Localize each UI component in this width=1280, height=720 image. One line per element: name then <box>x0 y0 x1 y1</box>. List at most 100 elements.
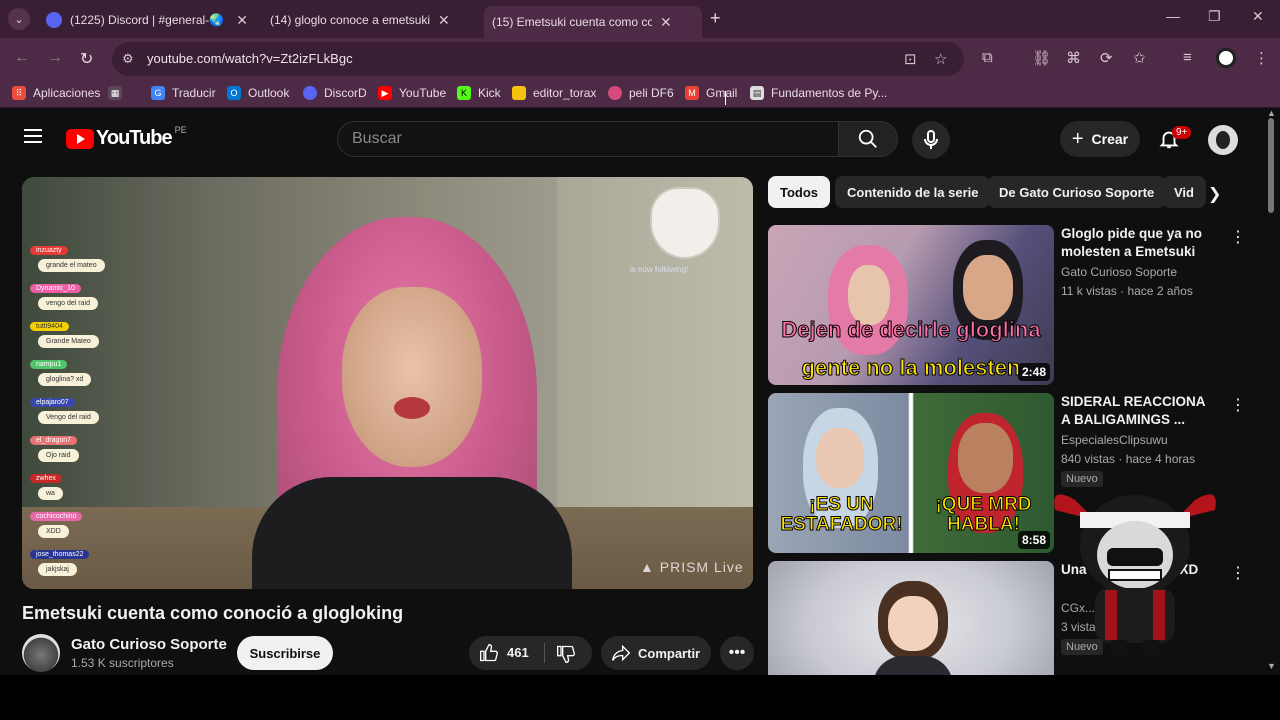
video-thumbnail[interactable] <box>768 561 1054 675</box>
chip-de-gato-curioso[interactable]: De Gato Curioso Soporte <box>987 176 1167 208</box>
reload-icon[interactable]: ↻ <box>80 49 93 69</box>
video-thumbnail[interactable]: Dejen de decirle gloglina gente no la mo… <box>768 225 1054 385</box>
chat-user: Dynamic_10 <box>30 284 81 293</box>
chat-user: zwhex <box>30 474 62 483</box>
recommendation-item[interactable]: Dejen de decirle gloglina gente no la mo… <box>768 225 1246 385</box>
forward-icon[interactable]: → <box>47 49 63 67</box>
tab-search-icon[interactable]: ⌄ <box>8 8 30 30</box>
share-icon <box>612 644 631 662</box>
install-icon[interactable]: ⊡ <box>904 50 917 68</box>
video-player[interactable]: is now following! ▲ PRISM Live inzuazty … <box>22 177 753 589</box>
close-icon[interactable]: ✕ <box>660 14 672 31</box>
chip-todos[interactable]: Todos <box>768 176 831 208</box>
youtube-logo[interactable]: YouTube PE <box>66 124 187 150</box>
video-duration: 2:48 <box>1017 363 1050 381</box>
share-button[interactable]: Compartir <box>601 636 711 670</box>
close-icon[interactable]: ✕ <box>236 12 248 29</box>
thumbnail-caption-top: Dejen de decirle gloglina <box>781 317 1041 343</box>
kick-icon: K <box>457 86 471 100</box>
bookmark-peli[interactable]: peli DF6 <box>608 86 674 100</box>
more-options-icon[interactable]: ⋮ <box>1230 563 1246 583</box>
bookmark-youtube[interactable]: ▶ YouTube <box>378 86 446 100</box>
favorites-icon[interactable]: ✩ <box>1133 49 1146 67</box>
apps-icon: ⠿ <box>12 86 26 100</box>
fox-mask-logo <box>650 187 720 259</box>
streamer-face <box>342 287 482 467</box>
recommendation-channel[interactable]: Gato Curioso Soporte <box>1061 265 1177 279</box>
sync-icon[interactable]: ⟳ <box>1100 49 1113 67</box>
new-tab-icon[interactable]: + <box>710 8 721 29</box>
scroll-down-icon[interactable]: ▼ <box>1267 661 1276 671</box>
maximize-icon[interactable]: ❐ <box>1208 8 1221 25</box>
youtube-play-icon <box>66 128 94 149</box>
chevron-right-icon[interactable]: ❯ <box>1208 184 1221 204</box>
translate-icon[interactable]: ⌘ <box>1066 49 1081 67</box>
subscribe-button[interactable]: Suscribirse <box>237 636 333 670</box>
bookmark-discord[interactable]: DiscorD <box>303 86 367 100</box>
window-close-icon[interactable]: ✕ <box>1252 8 1264 25</box>
tab-title: (1225) Discord | #general-🌏 | E <box>70 13 229 27</box>
bookmark-traducir[interactable]: G Traducir <box>151 86 216 100</box>
thumbnail-caption-bottom: gente no la molesten <box>801 355 1021 381</box>
chip-contenido-serie[interactable]: Contenido de la serie <box>835 176 991 208</box>
media-icon[interactable]: ≡ <box>1183 49 1192 66</box>
thumbnail-face-left <box>816 428 864 488</box>
more-actions-icon[interactable]: ••• <box>720 636 754 670</box>
bookmark-grid[interactable]: ▦ <box>108 86 129 100</box>
bookmark-apps[interactable]: ⠿ Aplicaciones <box>12 86 100 100</box>
follow-alert: is now following! <box>630 265 689 274</box>
bookmark-kick[interactable]: K Kick <box>457 86 501 100</box>
chip-videos[interactable]: Vid <box>1162 176 1206 208</box>
star-icon[interactable]: ☆ <box>934 50 947 68</box>
profile-icon[interactable] <box>1216 48 1236 68</box>
chat-text: Grande Mateo <box>38 335 99 348</box>
dislike-icon[interactable] <box>556 644 576 664</box>
more-options-icon[interactable]: ⋮ <box>1230 395 1246 415</box>
site-settings-icon[interactable]: ⚙ <box>122 51 134 67</box>
minimize-icon[interactable]: — <box>1166 8 1180 24</box>
tab-discord[interactable]: (1225) Discord | #general-🌏 | E ✕ <box>38 6 256 34</box>
account-avatar[interactable] <box>1208 125 1238 155</box>
bookmark-editor[interactable]: editor_torax <box>512 86 596 100</box>
thumbnail-caption-right: ¡QUE MRD HABLA! <box>935 494 1032 535</box>
video-thumbnail[interactable]: ¡ES UN ESTAFADOR! ¡QUE MRD HABLA! 8:58 <box>768 393 1054 553</box>
tab-title: (15) Emetsuki cuenta como con <box>492 15 652 29</box>
create-button[interactable]: + Crear <box>1060 121 1140 157</box>
bookmark-outlook[interactable]: O Outlook <box>227 86 289 100</box>
recommendation-channel[interactable]: EspecialesClipsuwu <box>1061 433 1168 447</box>
thumbnail-face-right <box>963 255 1013 320</box>
recommendation-title[interactable]: Gloglo pide que ya no molesten a Emetsuk… <box>1061 225 1211 261</box>
scroll-up-icon[interactable]: ▲ <box>1267 108 1276 118</box>
bookmark-fundamentos[interactable]: ▤ Fundamentos de Py... <box>750 86 888 100</box>
url-text[interactable]: youtube.com/watch?v=Zt2izFLkBgc <box>147 51 353 66</box>
country-code: PE <box>174 124 187 135</box>
tab-gloglo[interactable]: (14) gloglo conoce a emetsuki ✕ <box>262 6 477 130</box>
search-input[interactable]: Buscar <box>337 121 838 157</box>
thumbnail-figure-face <box>888 596 938 651</box>
page-scrollbar[interactable] <box>1268 118 1274 213</box>
link-icon[interactable]: ⛓ <box>1032 49 1051 67</box>
gmail-icon: M <box>685 86 699 100</box>
menu-icon[interactable]: ⋮ <box>1254 49 1269 67</box>
bookmark-label: DiscorD <box>324 86 367 100</box>
thumbnail-figure-body <box>873 656 953 675</box>
voice-search-button[interactable] <box>912 121 950 159</box>
extensions-icon[interactable]: ⧉ <box>982 49 993 66</box>
recommendation-title[interactable]: SIDERAL REACCIONA A BALIGAMINGS ... <box>1061 393 1211 429</box>
create-label: Crear <box>1091 131 1129 147</box>
menu-icon[interactable] <box>24 129 42 143</box>
like-icon[interactable] <box>479 643 499 663</box>
back-icon[interactable]: ← <box>14 49 30 67</box>
recommendation-meta: 840 vistas · hace 4 horas <box>1061 452 1196 466</box>
tab-emetsuki[interactable]: (15) Emetsuki cuenta como con ✕ <box>484 6 702 130</box>
bookmark-label: Kick <box>478 86 501 100</box>
channel-avatar[interactable] <box>22 634 60 672</box>
more-options-icon[interactable]: ⋮ <box>1230 227 1246 247</box>
search-button[interactable] <box>838 121 898 157</box>
chat-message: tutti9404 Grande Mateo <box>30 315 140 348</box>
address-bar[interactable]: ⚙ youtube.com/watch?v=Zt2izFLkBgc ⊡ ☆ <box>112 42 964 76</box>
channel-name[interactable]: Gato Curioso Soporte <box>71 636 227 653</box>
bookmark-label: Outlook <box>248 86 290 100</box>
chat-message: elpajaro07 Vengo del raid <box>30 391 140 424</box>
close-icon[interactable]: ✕ <box>438 12 450 29</box>
